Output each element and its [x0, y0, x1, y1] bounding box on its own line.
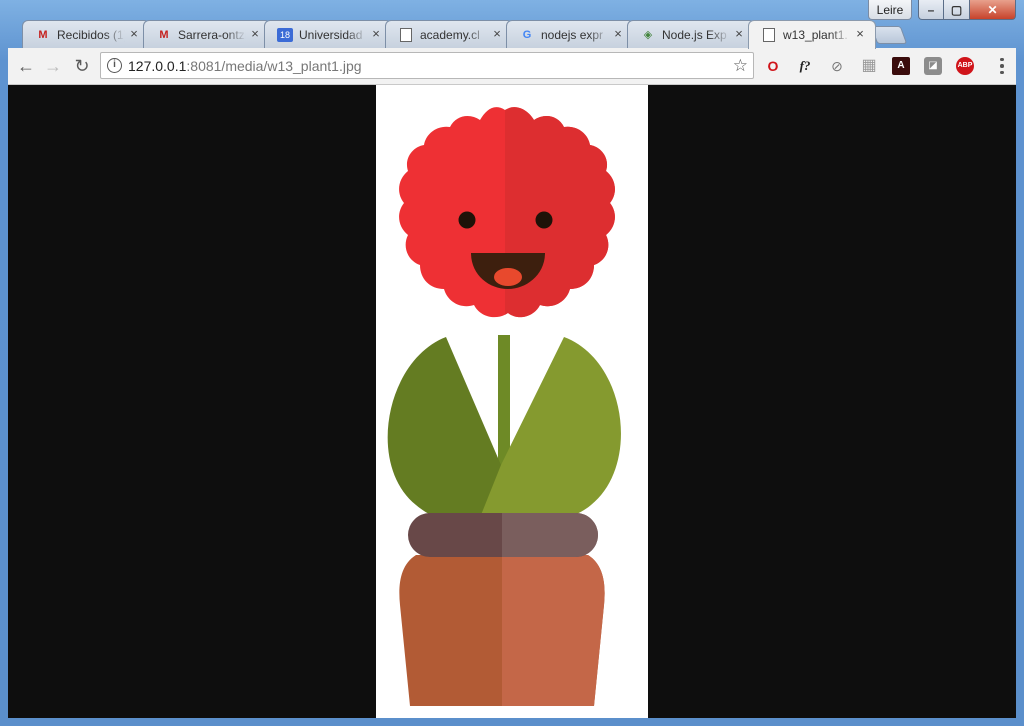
minimize-button[interactable]: –	[918, 0, 944, 20]
close-tab-icon[interactable]: ×	[853, 27, 867, 41]
tab-label: academy.cl	[420, 28, 480, 42]
tab-label: Recibidos (1) -	[57, 28, 125, 42]
page-icon	[400, 28, 412, 42]
tab-5[interactable]: ◈ Node.js Exp ×	[627, 20, 755, 48]
tab-label: nodejs expr	[541, 28, 604, 42]
tab-4[interactable]: G nodejs expr ×	[506, 20, 634, 48]
close-icon: ✕	[987, 2, 998, 17]
bookmark-star-icon[interactable]: ☆	[733, 56, 748, 76]
close-tab-icon[interactable]: ×	[248, 27, 262, 41]
right-eye	[535, 211, 553, 229]
acrobat-icon[interactable]: A	[892, 57, 910, 75]
tab-3[interactable]: academy.cl ×	[385, 20, 513, 48]
tab-6-active[interactable]: w13_plant1. ×	[748, 20, 876, 49]
close-tab-icon[interactable]: ×	[490, 27, 504, 41]
close-tab-icon[interactable]: ×	[369, 27, 383, 41]
tab-strip: M Recibidos (1) - × M Sarrera-ontzia × 1…	[8, 18, 1016, 49]
google-icon: G	[522, 29, 532, 41]
note-icon[interactable]: ◪	[924, 57, 942, 75]
back-button[interactable]: ←	[15, 56, 37, 76]
tab-2[interactable]: 18 Universidad ×	[264, 20, 392, 48]
left-eye	[458, 211, 476, 229]
plant-image	[376, 85, 648, 718]
left-leaf	[387, 337, 501, 524]
tab-label: w13_plant1.	[783, 28, 848, 42]
tongue	[494, 268, 522, 286]
page-viewport	[8, 85, 1016, 718]
nodejs-icon: ◈	[643, 29, 653, 41]
plant-illustration	[387, 107, 621, 706]
close-tab-icon[interactable]: ×	[127, 27, 141, 41]
tab-label: Sarrera-ontzia	[178, 28, 246, 42]
page-icon	[763, 28, 775, 42]
gmail-icon: M	[38, 29, 48, 41]
opera-icon[interactable]: O	[764, 57, 782, 75]
tab-label: Universidad	[299, 28, 363, 42]
close-window-button[interactable]: ✕	[970, 0, 1016, 20]
tab-label: Node.js Exp	[662, 28, 727, 42]
browser-window: Leire – ▢ ✕ M Recibidos (1) - × M Sarrer…	[0, 0, 1024, 726]
gmail-icon: M	[159, 29, 169, 41]
menu-icon[interactable]	[998, 56, 1006, 76]
adblock-icon[interactable]: ABP	[956, 57, 974, 75]
profile-button[interactable]: Leire	[868, 0, 912, 20]
maximize-button[interactable]: ▢	[944, 0, 970, 20]
reload-button[interactable]: ↻	[71, 56, 93, 76]
url-path: :8081/media/w13_plant1.jpg	[186, 58, 362, 74]
minimize-icon: –	[927, 2, 935, 17]
close-tab-icon[interactable]: ×	[611, 27, 625, 41]
address-bar[interactable]: i 127.0.0.1:8081/media/w13_plant1.jpg ☆	[100, 52, 754, 79]
calendar-icon: 18	[277, 28, 293, 42]
font-finder-icon[interactable]: f?	[796, 57, 814, 75]
close-tab-icon[interactable]: ×	[732, 27, 746, 41]
hide-icon[interactable]: ⊘	[828, 57, 846, 75]
forward-button[interactable]: →	[42, 56, 64, 76]
toolbar: ← → ↻ i 127.0.0.1:8081/media/w13_plant1.…	[8, 48, 1016, 85]
new-tab-button[interactable]	[870, 26, 908, 44]
tab-1[interactable]: M Sarrera-ontzia ×	[143, 20, 271, 48]
maximize-icon: ▢	[950, 2, 963, 17]
url-host: 127.0.0.1	[128, 58, 187, 74]
info-icon[interactable]: i	[107, 58, 122, 73]
tab-0[interactable]: M Recibidos (1) - ×	[22, 20, 150, 48]
url-text[interactable]: 127.0.0.1:8081/media/w13_plant1.jpg	[128, 58, 362, 74]
grid-icon[interactable]: ▦	[860, 57, 878, 75]
